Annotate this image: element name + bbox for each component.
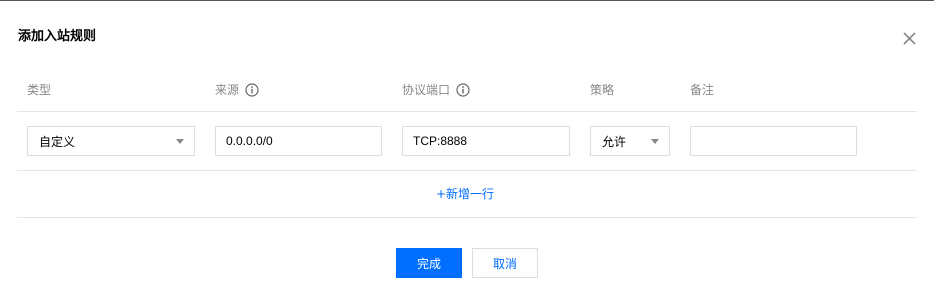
policy-select-value: 允许 <box>602 134 627 149</box>
column-header-policy: 策略 <box>590 82 614 98</box>
note-input[interactable] <box>690 126 857 156</box>
column-header-type: 类型 <box>27 82 51 98</box>
column-header-source: 来源 <box>215 82 259 98</box>
type-select[interactable]: 自定义 <box>27 126 195 156</box>
cancel-button-label: 取消 <box>492 256 517 271</box>
column-header-port-label: 协议端口 <box>402 83 451 97</box>
type-select-value: 自定义 <box>39 134 76 149</box>
source-info-icon[interactable] <box>245 83 259 97</box>
dialog-title: 添加入站规则 <box>18 29 97 44</box>
confirm-button[interactable]: 完成 <box>396 248 462 278</box>
column-header-type-label: 类型 <box>27 83 52 97</box>
column-header-note-label: 备注 <box>690 83 715 97</box>
port-info-icon[interactable] <box>456 83 470 97</box>
add-row-link[interactable]: +新增一行 <box>436 186 494 202</box>
chevron-down-icon <box>176 139 184 144</box>
table-bottom-divider <box>17 217 917 218</box>
source-input[interactable] <box>215 126 382 156</box>
chevron-down-icon <box>651 139 659 144</box>
column-header-port: 协议端口 <box>402 82 470 98</box>
cancel-button[interactable]: 取消 <box>472 248 538 278</box>
policy-select[interactable]: 允许 <box>590 126 670 156</box>
confirm-button-label: 完成 <box>416 256 441 271</box>
port-input[interactable] <box>402 126 570 156</box>
close-icon[interactable] <box>900 29 920 49</box>
row-divider <box>17 170 917 171</box>
column-header-policy-label: 策略 <box>590 83 615 97</box>
column-header-source-label: 来源 <box>215 83 240 97</box>
header-divider <box>17 111 917 112</box>
dialog-top-border <box>0 0 934 1</box>
column-header-note: 备注 <box>690 82 714 98</box>
